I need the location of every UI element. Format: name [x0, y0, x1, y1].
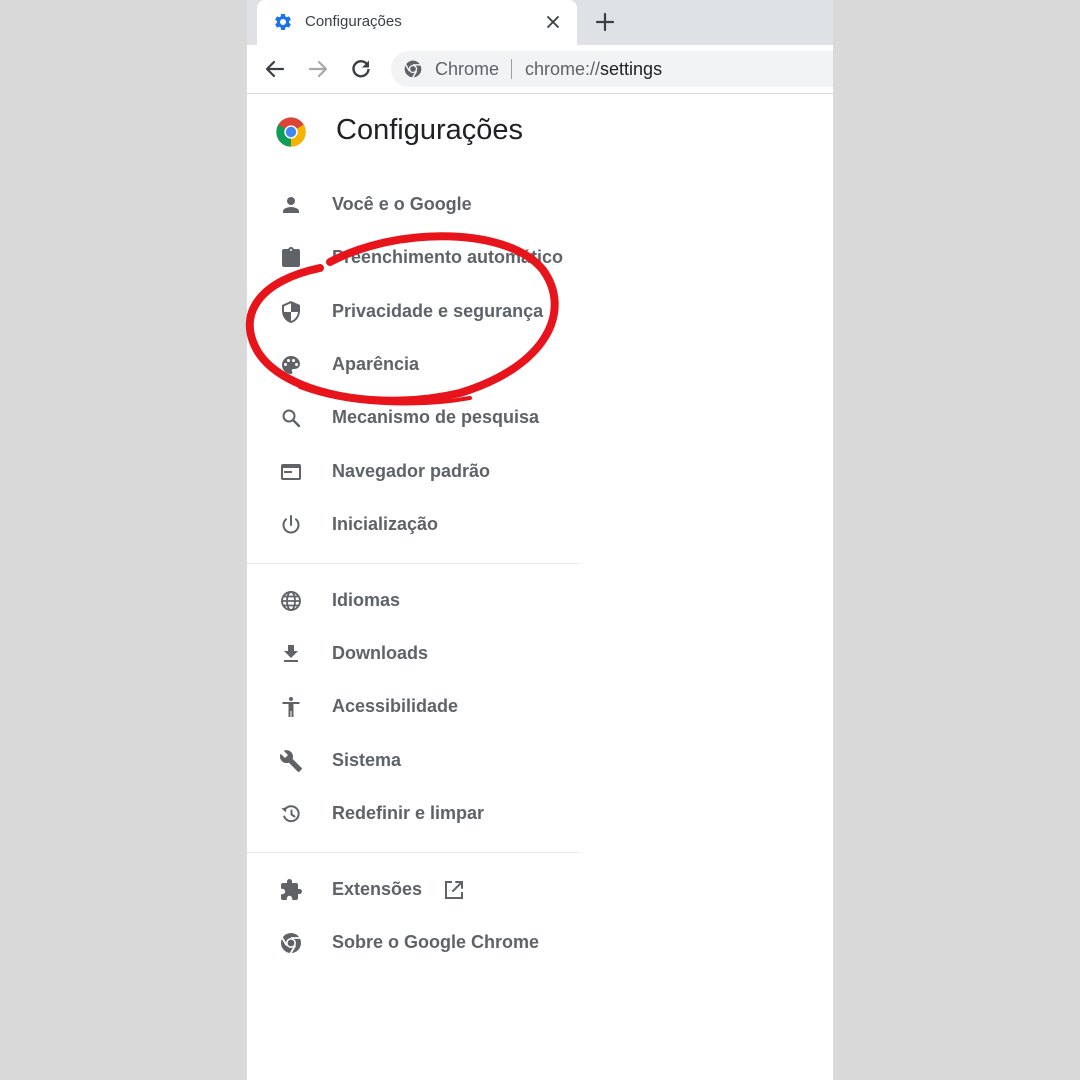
- menu-divider: [247, 563, 579, 564]
- site-chip: Chrome: [435, 59, 500, 79]
- omnibox-separator: [511, 59, 512, 79]
- gear-icon: [275, 13, 291, 30]
- tab-settings[interactable]: Configurações: [257, 0, 577, 45]
- page-title: Configurações: [336, 114, 523, 146]
- sidebar-item-label: Downloads: [332, 643, 429, 663]
- sidebar-item-autofill[interactable]: Preenchimento automático: [247, 234, 577, 282]
- restore-icon: [281, 805, 300, 823]
- forward-arrow-icon[interactable]: [306, 57, 330, 81]
- open-in-new-icon[interactable]: [442, 878, 466, 902]
- sidebar-item-label: Idiomas: [332, 590, 401, 610]
- sidebar-item-label: Aparência: [332, 354, 420, 374]
- browser-window: Configurações Chrome chrome://settings C…: [247, 0, 833, 1080]
- close-icon[interactable]: [543, 12, 563, 32]
- person-icon: [283, 197, 299, 213]
- sidebar-item-downloads[interactable]: Downloads: [247, 630, 577, 678]
- sidebar-item-languages[interactable]: Idiomas: [247, 577, 577, 625]
- chrome-icon: [281, 933, 301, 954]
- reload-icon[interactable]: [349, 57, 373, 81]
- sidebar-item-label: Navegador padrão: [332, 461, 491, 481]
- sidebar-item-about-chrome[interactable]: Sobre o Google Chrome: [247, 919, 577, 967]
- back-arrow-icon[interactable]: [263, 57, 287, 81]
- url-path: settings: [600, 59, 663, 79]
- new-tab-plus-icon[interactable]: [593, 10, 617, 34]
- accessibility-icon: [282, 697, 300, 717]
- sidebar-item-label: Preenchimento automático: [332, 247, 564, 267]
- sidebar-item-label: Mecanismo de pesquisa: [332, 407, 540, 427]
- power-icon: [282, 515, 300, 534]
- globe-icon: [281, 591, 301, 611]
- sidebar-item-label: Acessibilidade: [332, 696, 459, 716]
- sidebar-item-default-browser[interactable]: Navegador padrão: [247, 448, 577, 496]
- sidebar-item-system[interactable]: Sistema: [247, 737, 577, 785]
- sidebar-item-privacy-security[interactable]: Privacidade e segurança: [247, 288, 577, 336]
- sidebar-item-label: Redefinir e limpar: [332, 803, 485, 823]
- browser-window-icon: [281, 464, 301, 480]
- tab-title: Configurações: [305, 13, 402, 30]
- search-icon: [282, 409, 301, 428]
- sidebar-item-label: Privacidade e segurança: [332, 301, 544, 321]
- sidebar-item-reset-cleanup[interactable]: Redefinir e limpar: [247, 790, 577, 838]
- toolbar: Chrome chrome://settings: [247, 45, 833, 94]
- chrome-icon: [404, 60, 422, 79]
- puzzle-icon: [281, 879, 302, 900]
- chrome-logo-icon: [276, 117, 306, 147]
- sidebar-item-startup[interactable]: Inicialização: [247, 501, 577, 549]
- sidebar-item-label: Extensões: [332, 879, 423, 899]
- sidebar-item-extensions[interactable]: Extensões: [247, 866, 577, 914]
- shield-icon: [282, 301, 300, 323]
- sidebar-item-appearance[interactable]: Aparência: [247, 341, 577, 389]
- palette-icon: [282, 356, 300, 374]
- sidebar-item-label: Inicialização: [332, 514, 439, 534]
- sidebar-item-you-and-google[interactable]: Você e o Google: [247, 181, 577, 229]
- wrench-icon: [279, 750, 302, 772]
- menu-divider: [247, 852, 579, 853]
- url-scheme: chrome://: [525, 59, 601, 79]
- download-icon: [284, 645, 298, 662]
- sidebar-item-accessibility[interactable]: Acessibilidade: [247, 683, 577, 731]
- sidebar-item-search-engine[interactable]: Mecanismo de pesquisa: [247, 394, 577, 442]
- address-bar[interactable]: Chrome chrome://settings: [391, 51, 833, 87]
- sidebar-item-label: Você e o Google: [332, 194, 472, 214]
- url-text: chrome://settings: [525, 59, 662, 80]
- clipboard-icon: [282, 247, 300, 267]
- tab-strip: Configurações: [247, 0, 833, 45]
- sidebar-item-label: Sobre o Google Chrome: [332, 932, 540, 952]
- sidebar-item-label: Sistema: [332, 750, 402, 770]
